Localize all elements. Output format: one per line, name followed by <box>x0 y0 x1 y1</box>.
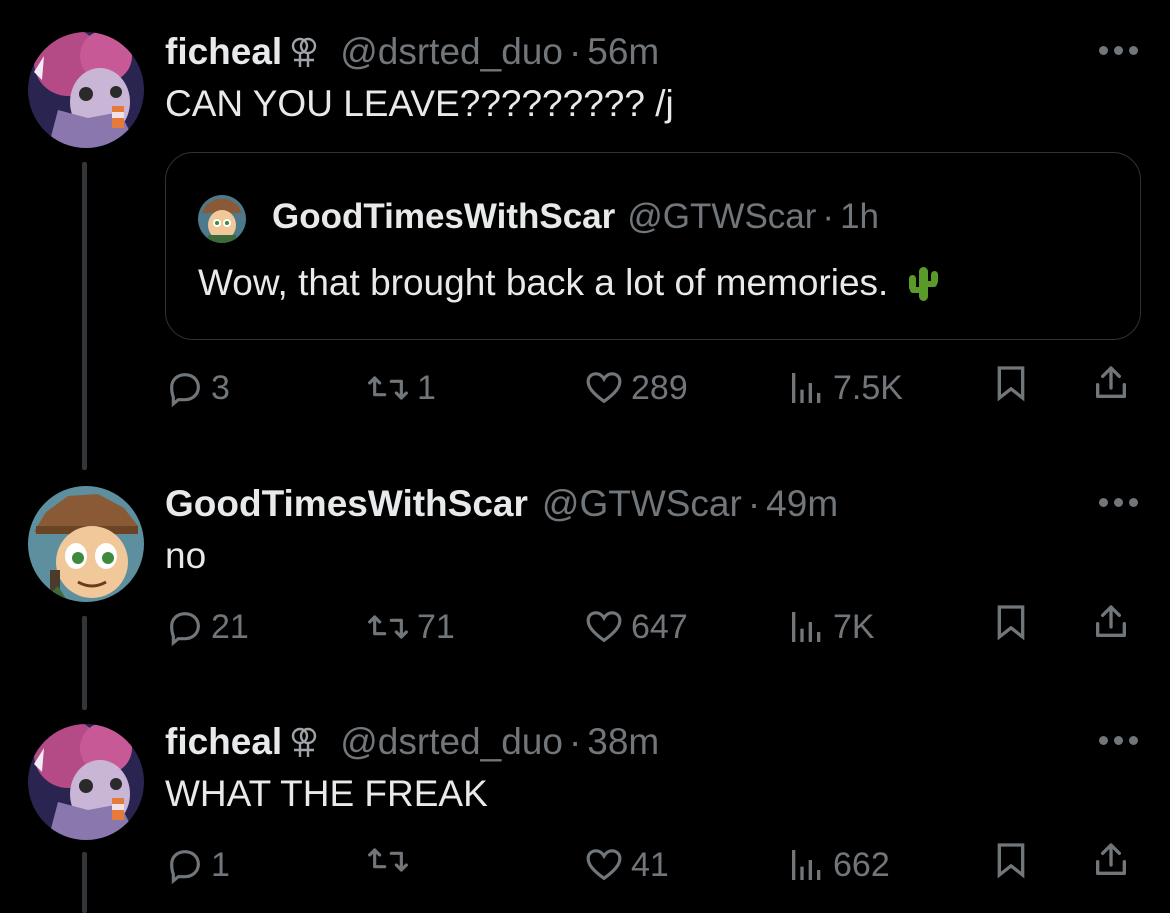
tweet-header: ficheal @dsrted_duo · 38m <box>165 720 659 764</box>
more-options-icon[interactable] <box>1099 498 1138 507</box>
views-count: 662 <box>833 846 890 884</box>
timestamp[interactable]: 38m <box>587 720 659 764</box>
like-count: 289 <box>631 369 688 407</box>
views-icon <box>792 612 821 642</box>
tweet[interactable]: ficheal @dsrted_duo · 56m CAN YOU LEAVE?… <box>0 0 1170 470</box>
tweet-actions: 21 71 647 7K <box>165 602 1135 652</box>
display-name[interactable]: GoodTimesWithScar <box>165 482 528 526</box>
share-icon <box>1096 843 1126 875</box>
bookmark-icon <box>997 605 1025 641</box>
tweet-text: CAN YOU LEAVE????????? /j <box>165 83 674 124</box>
repost-icon <box>368 615 408 639</box>
tweet[interactable]: GoodTimesWithScar @GTWScar · 49m no 21 7… <box>0 470 1170 710</box>
views-count: 7K <box>833 608 875 646</box>
display-name[interactable]: ficheal <box>165 30 282 74</box>
views-button[interactable]: 7K <box>787 602 875 652</box>
more-options-icon[interactable] <box>1099 46 1138 55</box>
repost-count: 1 <box>417 369 436 407</box>
female-female-symbol-icon <box>290 725 318 759</box>
timestamp: 1h <box>840 197 880 236</box>
repost-button[interactable]: 1 <box>365 363 436 413</box>
share-button[interactable] <box>1091 840 1131 880</box>
separator: · <box>568 31 582 72</box>
share-icon <box>1096 605 1126 637</box>
tweet-header: GoodTimesWithScar @GTWScar · 49m <box>165 482 838 526</box>
reply-count: 1 <box>211 846 230 884</box>
views-icon <box>792 373 821 403</box>
avatar[interactable] <box>28 724 144 840</box>
quote-header: GoodTimesWithScar @GTWScar · 1h <box>272 195 879 239</box>
bookmark-button[interactable] <box>991 602 1031 642</box>
quote-tweet[interactable]: GoodTimesWithScar @GTWScar · 1h Wow, that b… <box>165 152 1141 340</box>
repost-button[interactable]: 71 <box>365 602 455 652</box>
tweet-text: no <box>165 535 207 576</box>
handle[interactable]: @GTWScar <box>542 482 742 526</box>
like-button[interactable]: 41 <box>583 840 669 890</box>
timestamp[interactable]: 56m <box>587 30 659 74</box>
reply-icon <box>170 612 200 647</box>
reply-count: 3 <box>211 369 230 407</box>
reply-count: 21 <box>211 608 249 646</box>
handle: @GTWScar <box>627 197 817 236</box>
avatar[interactable] <box>28 486 144 602</box>
heart-icon <box>586 611 622 643</box>
reply-button[interactable]: 3 <box>165 363 230 413</box>
repost-icon <box>368 848 408 872</box>
display-name[interactable]: ficheal <box>165 720 282 764</box>
bookmark-button[interactable] <box>991 840 1031 880</box>
more-options-icon[interactable] <box>1099 736 1138 745</box>
handle[interactable]: @dsrted_duo <box>340 30 563 74</box>
avatar[interactable] <box>28 32 144 148</box>
handle[interactable]: @dsrted_duo <box>340 720 563 764</box>
like-button[interactable]: 647 <box>583 602 688 652</box>
thread-line <box>82 852 87 913</box>
views-button[interactable]: 662 <box>787 840 890 890</box>
tweet[interactable]: ficheal @dsrted_duo · 38m WHAT THE FREAK… <box>0 710 1170 913</box>
like-button[interactable]: 289 <box>583 363 688 413</box>
views-icon <box>792 850 821 880</box>
heart-icon <box>586 372 622 404</box>
tweet-actions: 3 1 289 7.5K <box>165 363 1135 413</box>
bookmark-button[interactable] <box>991 363 1031 403</box>
reply-button[interactable]: 21 <box>165 602 249 652</box>
reply-icon <box>170 373 200 408</box>
like-count: 647 <box>631 608 688 646</box>
thread-line <box>82 162 87 470</box>
views-button[interactable]: 7.5K <box>787 363 903 413</box>
avatar <box>198 195 246 243</box>
like-count: 41 <box>631 846 669 884</box>
share-icon <box>1096 366 1126 398</box>
heart-icon <box>586 849 622 881</box>
reply-icon <box>170 850 200 885</box>
views-count: 7.5K <box>833 369 903 407</box>
thread-line <box>82 616 87 710</box>
tweet-actions: 1 41 662 <box>165 840 1135 890</box>
bookmark-icon <box>997 366 1025 402</box>
separator: · <box>822 197 835 236</box>
repost-button[interactable] <box>365 840 417 880</box>
separator: · <box>747 483 761 524</box>
quote-text-content: Wow, that brought back a lot of memories… <box>198 262 889 303</box>
cactus-emoji <box>906 263 940 303</box>
timestamp[interactable]: 49m <box>766 482 838 526</box>
reply-button[interactable]: 1 <box>165 840 230 890</box>
separator: · <box>568 721 582 762</box>
tweet-text: WHAT THE FREAK <box>165 773 488 814</box>
repost-count: 71 <box>417 608 455 646</box>
share-button[interactable] <box>1091 363 1131 403</box>
tweet-header: ficheal @dsrted_duo · 56m <box>165 30 659 74</box>
repost-icon <box>368 376 408 400</box>
bookmark-icon <box>997 843 1025 879</box>
display-name: GoodTimesWithScar <box>272 197 616 236</box>
share-button[interactable] <box>1091 602 1131 642</box>
quote-text: Wow, that brought back a lot of memories… <box>198 261 940 305</box>
female-female-symbol-icon <box>290 35 318 69</box>
